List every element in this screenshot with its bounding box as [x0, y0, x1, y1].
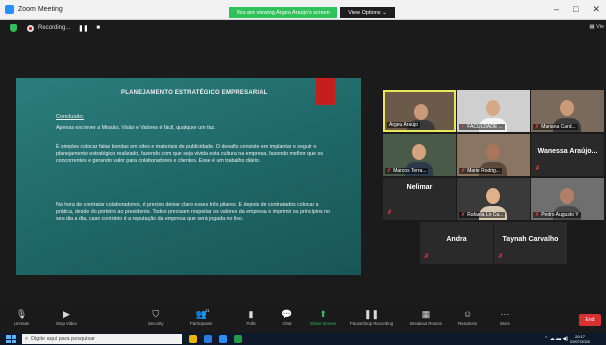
close-button[interactable]: ✕ — [592, 4, 600, 15]
participant-name: Taynah Carvalho — [502, 236, 559, 243]
windows-start-icon[interactable] — [6, 335, 16, 343]
meeting-top-strip: Recording... ❚❚ ■ ▦ Vie — [0, 20, 606, 36]
participant-tile[interactable]: ✗ Pedro Augusto Y — [531, 178, 604, 220]
maximize-button[interactable]: □ — [573, 4, 578, 15]
participant-video — [486, 100, 500, 116]
muted-icon: ✗ — [535, 124, 540, 130]
recording-icon: ❚❚ — [363, 308, 380, 319]
window-controls: – □ ✕ — [554, 4, 600, 15]
muted-icon: ✗ — [461, 124, 466, 130]
security-shield-icon[interactable] — [10, 24, 17, 32]
slide-paragraph: Na hora de contratar colaboradores, é pr… — [56, 202, 331, 222]
participant-tile[interactable]: ✗ FACULDADE ... — [457, 90, 530, 132]
shield-icon: ⛉ — [152, 308, 160, 319]
meeting-toolbar: 🎙 Unmute ▶ Stop Video ⛉ Security 👥 Parti… — [0, 307, 606, 333]
participant-tile[interactable]: Taynah Carvalho ✗ — [494, 222, 567, 264]
muted-icon: ✗ — [387, 168, 392, 174]
reactions-button[interactable]: ☺ Reactions — [458, 309, 477, 326]
muted-icon: ✗ — [461, 168, 466, 174]
muted-icon: ✗ — [535, 212, 540, 218]
participant-name: Wanessa Araújo... — [537, 148, 598, 155]
slide-paragraph: Apenas escrever a Missão, Visão e Valore… — [56, 125, 216, 131]
participant-video — [414, 104, 428, 120]
participant-name: ✗ Marie Rodrig... — [459, 168, 502, 174]
slide-title: PLANEJAMENTO ESTRATÉGICO EMPRESARIAL — [121, 90, 268, 96]
chat-button[interactable]: 💬 Chat — [281, 308, 293, 327]
muted-icon: ✗ — [461, 212, 466, 218]
participant-tile[interactable]: ✗ Marcos Terra... — [383, 134, 456, 176]
participant-name: ✗ FACULDADE ... — [459, 124, 505, 130]
pause-recording-button[interactable]: ❚❚ — [78, 25, 88, 32]
breakout-rooms-icon: ▦ — [421, 308, 431, 319]
participant-name: ✗ Marcos Terra... — [385, 168, 429, 174]
participant-video — [486, 188, 500, 204]
participant-tile[interactable]: ✗ Mariana Card... — [531, 90, 604, 132]
participants-count: 11 — [205, 308, 210, 313]
reactions-icon: ☺ — [462, 309, 473, 319]
muted-icon: ✗ — [535, 166, 541, 172]
participant-tile[interactable]: Argeu Araújo — [383, 90, 456, 132]
video-camera-icon: ▶ — [63, 308, 70, 319]
view-mode-button[interactable]: ▦ Vie — [589, 24, 604, 30]
more-icon: ··· — [500, 309, 510, 319]
slide-subtitle: Conclusão: — [56, 114, 84, 120]
polls-button[interactable]: ▮ Polls — [246, 308, 256, 327]
stop-recording-button[interactable]: ■ — [96, 25, 100, 31]
participant-tile[interactable]: ✗ Marie Rodrig... — [457, 134, 530, 176]
participant-video — [560, 100, 574, 116]
meeting-area: Recording... ❚❚ ■ ▦ Vie PLANEJAMENTO EST… — [0, 20, 606, 307]
window-title: Zoom Meeting — [18, 6, 63, 13]
participant-tile[interactable]: Andra ✗ — [420, 222, 493, 264]
system-tray[interactable]: ⌃ ☁ ▬ ◀) — [544, 336, 568, 342]
participant-video — [560, 188, 574, 204]
more-button[interactable]: ··· More — [500, 309, 510, 326]
recording-icon — [27, 24, 34, 32]
muted-icon: ✗ — [424, 254, 430, 260]
participant-name: ✗ Pedro Augusto Y — [533, 212, 581, 218]
participant-name: Andra — [446, 236, 467, 243]
screen-share-banner: You are viewing Argeu Araújo's screen — [229, 7, 337, 18]
participant-video — [486, 144, 500, 160]
minimize-button[interactable]: – — [554, 4, 559, 15]
end-meeting-button[interactable]: End — [579, 314, 601, 326]
stop-video-button[interactable]: ▶ Stop Video — [56, 308, 77, 327]
polls-icon: ▮ — [248, 308, 254, 319]
share-screen-icon: ⬆ — [319, 308, 327, 319]
muted-icon: ✗ — [387, 210, 393, 216]
recording-label: Recording... — [38, 25, 71, 31]
participant-name: ✗ Rafaela Lo Ca... — [459, 212, 506, 218]
share-screen-button[interactable]: ⬆ Share Screen — [310, 308, 336, 327]
chat-icon: 💬 — [281, 308, 293, 319]
participant-name: Argeu Araújo — [387, 122, 420, 128]
security-button[interactable]: ⛉ Security — [148, 308, 164, 327]
pause-stop-recording-button[interactable]: ❚❚ Pause/Stop Recording — [350, 308, 393, 327]
zoom-taskbar-icon[interactable] — [219, 335, 227, 343]
microphone-icon: 🎙 — [15, 308, 28, 319]
zoom-app-icon — [5, 5, 14, 14]
taskbar-clock[interactable]: 20:17 22/07/2020 — [570, 334, 590, 344]
slide-accent-bar — [316, 78, 335, 105]
participant-tile[interactable]: Wanessa Araújo... ✗ — [531, 134, 604, 176]
windows-taskbar: ⌕ Digite aqui para pesquisar ⌃ ☁ ▬ ◀) 20… — [0, 333, 606, 345]
search-icon: ⌕ — [25, 335, 29, 342]
shared-screen-slide: PLANEJAMENTO ESTRATÉGICO EMPRESARIAL Con… — [16, 78, 361, 275]
view-options-button[interactable]: View Options ⌄ — [340, 7, 395, 18]
breakout-rooms-button[interactable]: ▦ Breakout Rooms — [410, 308, 442, 327]
slide-paragraph: É simples colocar falas bonitas em sites… — [56, 144, 324, 164]
unmute-button[interactable]: 🎙 Unmute — [14, 308, 29, 327]
participant-tile[interactable]: Nelimar ✗ — [383, 178, 456, 220]
browser-icon[interactable] — [204, 335, 212, 343]
muted-icon: ✗ — [498, 254, 504, 260]
excel-icon[interactable] — [234, 335, 242, 343]
file-explorer-icon[interactable] — [189, 335, 197, 343]
participant-video — [412, 144, 426, 160]
participant-name: Nelimar — [406, 184, 433, 191]
taskbar-search-input[interactable]: ⌕ Digite aqui para pesquisar — [22, 334, 182, 344]
participant-name: ✗ Mariana Card... — [533, 124, 578, 130]
participant-tile[interactable]: ✗ Rafaela Lo Ca... — [457, 178, 530, 220]
